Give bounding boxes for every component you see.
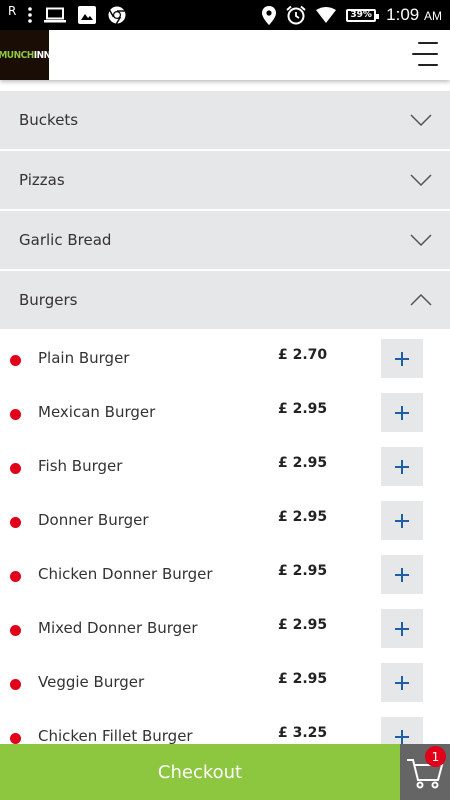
item-name: Mixed Donner Burger [38,619,198,637]
chevron-up-icon [410,294,432,306]
more-vert-icon [28,7,33,23]
image-icon [78,6,97,24]
location-icon [262,5,277,25]
item-name: Chicken Fillet Burger [38,727,193,745]
plus-icon [395,405,409,420]
item-price: £ 2.95 [278,509,328,525]
item-price: £ 2.95 [278,401,328,417]
item-name: Fish Burger [38,457,123,475]
item-status-dot [10,355,21,366]
plus-icon [395,513,409,528]
chevron-down-icon [410,234,432,246]
munch-inn-logo[interactable]: MUNCH INN [0,30,51,80]
laptop-icon [44,7,67,23]
add-item-button[interactable] [381,447,423,486]
status-time-value: 1:09 [386,5,420,24]
alarm-icon [286,5,306,25]
plus-icon [395,675,409,690]
add-item-button[interactable] [381,339,423,378]
item-status-dot [10,463,21,474]
item-name: Veggie Burger [38,673,145,691]
item-status-dot [10,571,21,582]
item-status-dot [10,517,21,528]
menu-item: Mixed Donner Burger £ 2.95 [0,601,450,655]
item-price: £ 2.95 [278,617,328,633]
chevron-down-icon [410,174,432,186]
menu-item: Chicken Donner Burger £ 2.95 [0,547,450,601]
menu-item: Mexican Burger £ 2.95 [0,385,450,439]
plus-icon [395,351,409,366]
menu-item: Veggie Burger £ 2.95 [0,655,450,709]
item-price: £ 3.25 [278,725,328,741]
plus-icon [395,567,409,582]
logo-text-inn: INN [33,49,51,61]
category-garlic-bread[interactable]: Garlic Bread [0,210,450,269]
category-label: Pizzas [19,171,65,189]
item-price: £ 2.95 [278,455,328,471]
category-pizzas[interactable]: Pizzas [0,150,450,209]
plus-icon [395,621,409,636]
hamburger-menu-icon[interactable] [412,42,438,66]
item-status-dot [10,409,21,420]
plus-icon [395,459,409,474]
item-name: Mexican Burger [38,403,156,421]
item-price: £ 2.95 [278,563,328,579]
logo-text-munch: MUNCH [0,49,34,61]
add-item-button[interactable] [381,393,423,432]
battery-icon: 39% [346,8,380,22]
menu-item: Plain Burger £ 2.70 [0,331,450,385]
add-item-button[interactable] [381,609,423,648]
chevron-down-icon [410,114,432,126]
category-label: Burgers [19,291,78,309]
add-item-button[interactable] [381,555,423,594]
item-status-dot [10,625,21,636]
item-status-dot [10,733,21,744]
add-item-button[interactable] [381,501,423,540]
item-name: Plain Burger [38,349,130,367]
status-time: 1:09 AM [386,5,442,25]
signal-roaming-indicator: R [8,4,17,18]
category-buckets[interactable]: Buckets [0,90,450,149]
category-burgers[interactable]: Burgers [0,270,450,329]
plus-icon [395,729,409,744]
chrome-icon [108,6,126,24]
menu-item: Donner Burger £ 2.95 [0,493,450,547]
item-price: £ 2.70 [278,347,328,363]
cart-count-badge: 1 [425,746,446,767]
add-item-button[interactable] [381,663,423,702]
menu-item: Fish Burger £ 2.95 [0,439,450,493]
checkout-button[interactable]: Checkout [0,744,400,800]
category-label: Buckets [19,111,79,129]
item-status-dot [10,679,21,690]
item-name: Donner Burger [38,511,149,529]
item-price: £ 2.95 [278,671,328,687]
item-name: Chicken Donner Burger [38,565,213,583]
wifi-icon [316,7,337,23]
app-header: MUNCH INN [0,30,450,80]
category-label: Garlic Bread [19,231,112,249]
status-time-meridiem: AM [424,9,442,23]
status-bar: R 39% 1:09 AM [0,0,450,30]
